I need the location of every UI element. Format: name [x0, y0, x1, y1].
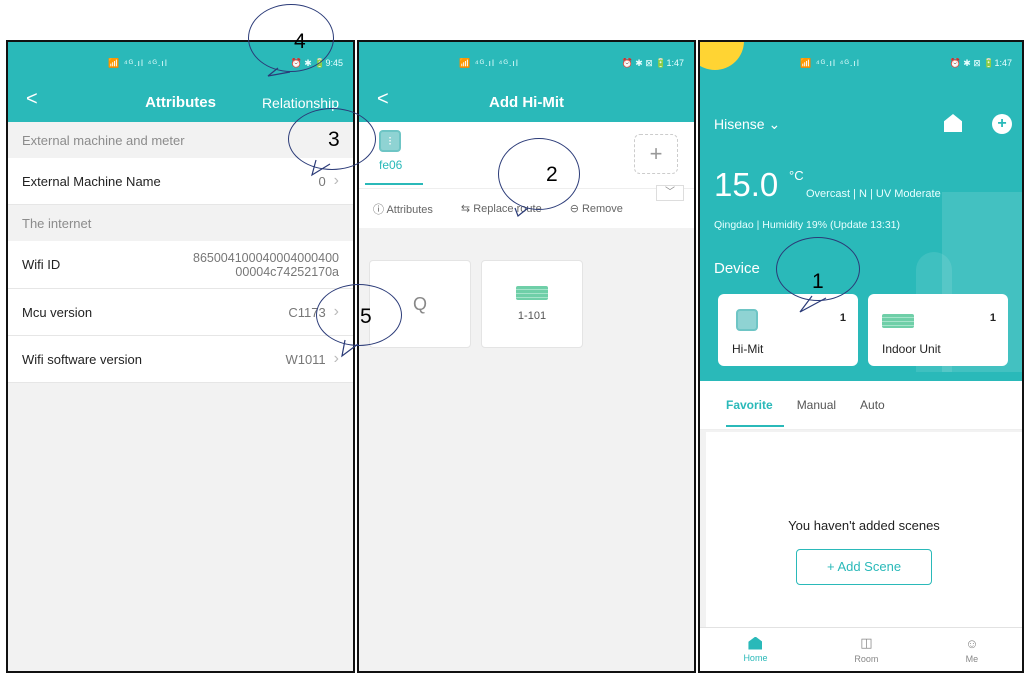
device-card-indoor-unit[interactable]: 1 Indoor Unit: [868, 294, 1008, 366]
scenes-area: You haven't added scenes + Add Scene: [700, 430, 1022, 632]
empty-scenes: You haven't added scenes + Add Scene: [706, 432, 1022, 632]
callout-number-5: 5: [360, 305, 372, 328]
wifi-id-row: Wifi ID 865004100040004000400 00004c7425…: [8, 241, 353, 289]
row-label: Wifi ID: [22, 257, 61, 272]
chevron-right-icon: ›: [333, 350, 339, 367]
search-icon: Q: [412, 293, 427, 314]
wifi-id-line1: 865004100040004000400: [193, 250, 339, 265]
nav-bar: < Add Hi-Mit: [359, 84, 694, 122]
himit-device-icon: [736, 309, 758, 331]
device-section-title: Device: [714, 260, 760, 277]
callout-number-1: 1: [812, 270, 824, 293]
tab-auto[interactable]: Auto: [860, 398, 885, 412]
device-card-himit[interactable]: 1 Hi-Mit: [718, 294, 858, 366]
selected-indicator: [365, 183, 423, 185]
status-right: ⏰ ✱ ⊠ 🔋1:47: [621, 57, 684, 68]
himit-device-icon: ⁝: [379, 130, 401, 152]
callout-bubble-4: [248, 4, 334, 72]
wifi-id-value: 865004100040004000400 00004c74252170a: [193, 251, 339, 279]
status-bar: 📶 ⁴ᴳ.ıl ⁴ᴳ.ıl ⏰ ✱ ⊠ 🔋1:47: [700, 42, 1022, 84]
signal-indicator: 📶 ⁴ᴳ.ıl ⁴ᴳ.ıl: [800, 57, 860, 68]
indoor-unit-icon: [516, 286, 548, 300]
add-icon[interactable]: +: [992, 114, 1012, 134]
tab-favorite[interactable]: Favorite: [726, 398, 773, 412]
home-screen: 📶 ⁴ᴳ.ıl ⁴ᴳ.ıl ⏰ ✱ ⊠ 🔋1:47 Hisense ⌄ + 15…: [698, 40, 1024, 673]
signal-indicator: 📶 ⁴ᴳ.ıl ⁴ᴳ.ıl: [108, 57, 168, 68]
empty-message: You haven't added scenes: [788, 518, 940, 533]
unit-cards: Q 1-101: [359, 228, 694, 380]
tab-manual[interactable]: Manual: [797, 398, 836, 412]
chevron-right-icon: ›: [333, 172, 339, 189]
device-name: Hi-Mit: [732, 342, 764, 356]
callout-number-4: 4: [294, 30, 306, 53]
row-label: Wifi software version: [22, 351, 142, 367]
row-value: W1011: [285, 351, 326, 367]
device-count: 1: [989, 312, 996, 324]
nav-label: Me: [965, 653, 979, 664]
home-alert-icon[interactable]: [944, 114, 962, 132]
temperature-unit: °C: [789, 168, 804, 183]
active-tab-indicator: [726, 425, 784, 427]
external-machine-name-row[interactable]: External Machine Name 0 ›: [8, 158, 353, 205]
home-header: 📶 ⁴ᴳ.ıl ⁴ᴳ.ıl ⏰ ✱ ⊠ 🔋1:47 Hisense ⌄ + 15…: [700, 42, 1022, 381]
nav-label: Home: [743, 652, 768, 663]
weather-info: Overcast | N | UV Moderate: [806, 188, 941, 200]
home-selector[interactable]: Hisense ⌄: [714, 116, 780, 133]
chevron-down-icon[interactable]: ﹀: [656, 185, 684, 201]
row-value: 0: [318, 173, 326, 189]
header-actions: +: [944, 114, 1012, 134]
unit-card-label: 1-101: [517, 310, 547, 322]
himit-tile-name: fe06: [379, 158, 403, 172]
nav-label: Room: [854, 654, 879, 664]
remove-button[interactable]: ⊖ Remove: [570, 202, 623, 215]
attributes-button[interactable]: ⓘ Attributes: [373, 201, 433, 217]
mcu-version-row[interactable]: Mcu version C1173 ›: [8, 289, 353, 336]
device-name: Indoor Unit: [882, 342, 941, 356]
unit-card[interactable]: 1-101: [481, 260, 583, 348]
back-button[interactable]: <: [26, 88, 38, 111]
profile-icon: ☺: [965, 635, 979, 651]
add-scene-button[interactable]: + Add Scene: [796, 549, 932, 585]
callout-bubble-2: [498, 138, 580, 210]
row-label: Mcu version: [22, 304, 93, 320]
nav-room[interactable]: ◫ Room: [854, 635, 878, 664]
add-himit-screen: 📶 ⁴ᴳ.ıl ⁴ᴳ.ıl ⏰ ✱ ⊠ 🔋1:47 < Add Hi-Mit ⁝…: [357, 40, 696, 673]
callout-bubble-5: [316, 284, 402, 346]
location-info: Qingdao | Humidity 19% (Update 13:31): [714, 219, 900, 231]
bottom-nav: Home ◫ Room ☺ Me: [700, 627, 1022, 671]
callout-number-3: 3: [328, 128, 340, 151]
room-icon: ◫: [860, 635, 873, 650]
wifi-id-line2: 00004c74252170a: [235, 264, 339, 279]
indoor-unit-icon: [882, 314, 914, 328]
callout-number-2: 2: [546, 163, 558, 186]
page-title: Add Hi-Mit: [489, 94, 564, 111]
home-icon: [748, 636, 763, 650]
header: 📶 ⁴ᴳ.ıl ⁴ᴳ.ıl ⏰ ✱ ⊠ 🔋1:47 < Add Hi-Mit: [359, 42, 694, 122]
status-right: ⏰ ✱ ⊠ 🔋1:47: [949, 57, 1012, 68]
wifi-software-version-row[interactable]: Wifi software version W1011 ›: [8, 336, 353, 383]
status-bar: 📶 ⁴ᴳ.ıl ⁴ᴳ.ıl ⏰ ✱ ⊠ 🔋1:47: [359, 42, 694, 84]
nav-me[interactable]: ☺ Me: [965, 636, 978, 664]
row-label: External Machine Name: [22, 173, 161, 189]
add-himit-button[interactable]: +: [634, 134, 678, 174]
signal-indicator: 📶 ⁴ᴳ.ıl ⁴ᴳ.ıl: [459, 57, 519, 68]
back-button[interactable]: <: [377, 88, 389, 111]
temperature: 15.0: [714, 166, 779, 203]
section-header-internet: The internet: [8, 205, 353, 241]
nav-home[interactable]: Home: [743, 636, 768, 663]
scene-tabs: Favorite Manual Auto: [700, 381, 1022, 430]
device-count: 1: [839, 312, 846, 324]
